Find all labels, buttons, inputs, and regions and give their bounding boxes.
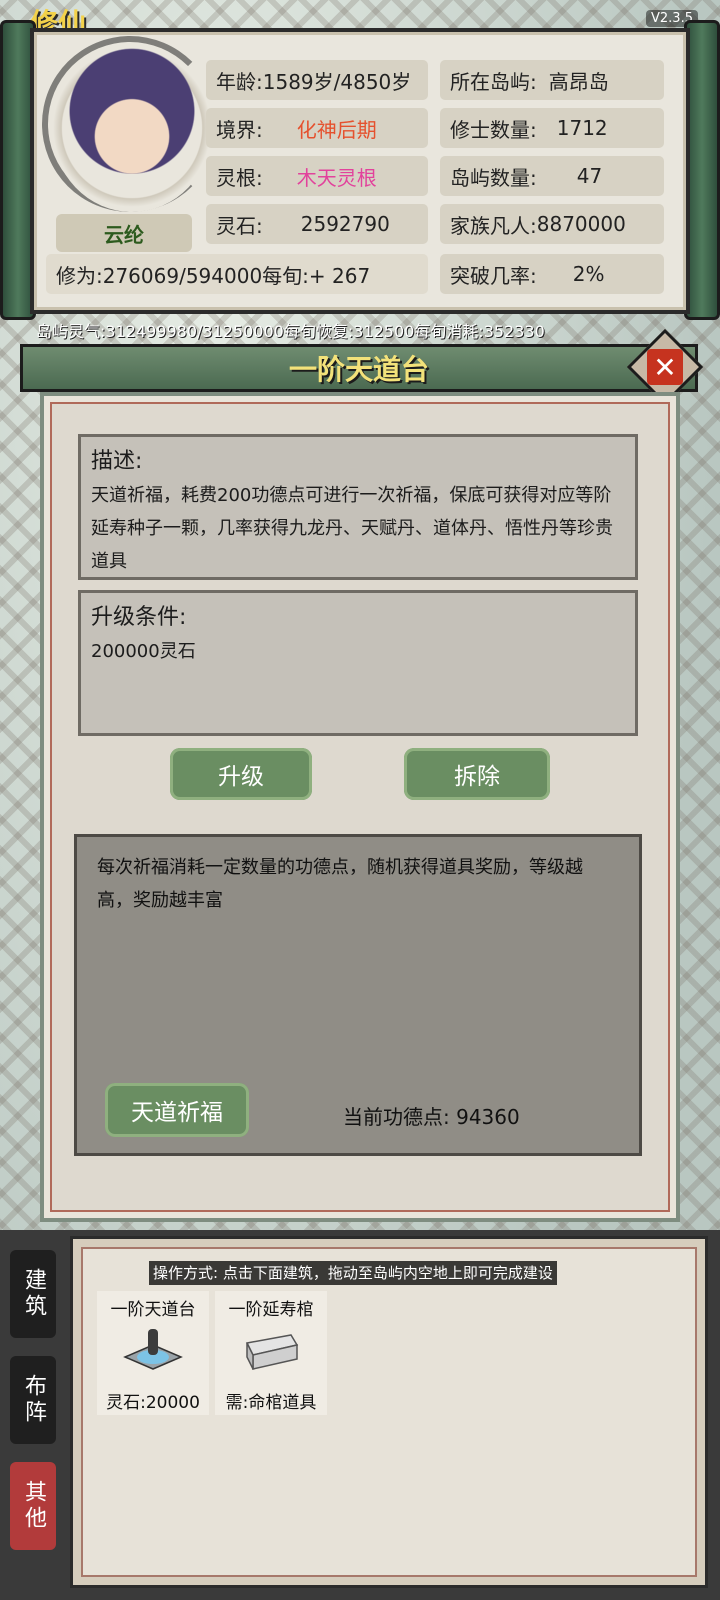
build-menu: 建筑 布阵 其他 操作方式: 点击下面建筑，拖动至岛屿内空地上即可完成建设 一阶… (0, 1230, 720, 1600)
status-paper: 云纶 年龄: 1589岁/4850岁 境界: 化神后期 灵根: 木天灵根 灵石:… (30, 28, 690, 314)
island-count-label: 岛屿数量: (450, 165, 537, 190)
tab-build[interactable]: 建筑 (10, 1250, 56, 1338)
blessing-description: 每次祈福消耗一定数量的功德点，随机获得道具奖励，等级越高，奖励越丰富 (97, 857, 583, 911)
stone-stat: 灵石: 2592790 (206, 204, 428, 244)
island-count-value: 47 (576, 164, 603, 188)
breakthrough-label: 突破几率: (450, 263, 537, 288)
altar-icon (123, 1329, 183, 1370)
building-detail-panel: 一阶天道台 ✕ 描述: 天道祈福，耗费200功德点可进行一次祈福，保底可获得对应… (20, 328, 704, 1230)
build-item-coffin[interactable]: 一阶延寿棺 需:命棺道具 (215, 1291, 327, 1415)
player-name[interactable]: 云纶 (56, 214, 192, 252)
mortal-label: 家族凡人: (450, 213, 537, 238)
blessing-box: 每次祈福消耗一定数量的功德点，随机获得道具奖励，等级越高，奖励越丰富 天道祈福 … (74, 834, 642, 1156)
realm-value: 化神后期 (296, 117, 377, 142)
island-label: 所在岛屿: (450, 69, 537, 94)
age-stat: 年龄: 1589岁/4850岁 (206, 60, 428, 100)
build-item-name: 一阶延寿棺 (228, 1300, 314, 1320)
mortal-value: 8870000 (536, 212, 626, 236)
build-tabs: 建筑 布阵 其他 (10, 1250, 56, 1568)
build-area: 操作方式: 点击下面建筑，拖动至岛屿内空地上即可完成建设 一阶天道台 灵石:20… (70, 1236, 708, 1588)
age-label: 年龄: (216, 69, 263, 94)
coffin-icon (245, 1334, 299, 1370)
build-item-altar[interactable]: 一阶天道台 灵石:20000 (97, 1291, 209, 1415)
root-stat: 灵根: 木天灵根 (206, 156, 428, 196)
upgrade-cost: 200000灵石 (91, 641, 196, 662)
realm-label: 境界: (216, 117, 263, 142)
build-item-cost: 灵石:20000 (106, 1393, 200, 1413)
blessing-button[interactable]: 天道祈福 (105, 1083, 249, 1137)
stone-value: 2592790 (300, 212, 390, 236)
cultivator-label: 修士数量: (450, 117, 537, 142)
build-item-name: 一阶天道台 (110, 1300, 196, 1320)
avatar[interactable] (52, 44, 212, 212)
stone-label: 灵石: (216, 213, 263, 238)
tab-formation[interactable]: 布阵 (10, 1356, 56, 1444)
upgrade-box: 升级条件: 200000灵石 (78, 590, 638, 736)
cultivation-text: 修为:276069/594000每旬:+ 267 (56, 263, 371, 288)
cultivation-stat: 修为:276069/594000每旬:+ 267 (46, 254, 428, 294)
build-hint: 操作方式: 点击下面建筑，拖动至岛屿内空地上即可完成建设 (149, 1261, 557, 1285)
island-stat: 所在岛屿: 高昂岛 (440, 60, 664, 100)
demolish-button[interactable]: 拆除 (404, 748, 550, 800)
upgrade-heading: 升级条件: (91, 605, 187, 630)
mortal-stat: 家族凡人: 8870000 (440, 204, 664, 244)
root-value: 木天灵根 (296, 165, 377, 190)
root-label: 灵根: (216, 165, 263, 190)
panel-banner: 一阶天道台 (20, 344, 698, 392)
close-icon: ✕ (647, 349, 683, 385)
tab-other[interactable]: 其他 (10, 1462, 56, 1550)
description-text: 天道祈福，耗费200功德点可进行一次祈福，保底可获得对应等阶延寿种子一颗，几率获… (91, 485, 613, 572)
island-value: 高昂岛 (548, 69, 609, 94)
build-item-cost: 需:命棺道具 (225, 1393, 317, 1413)
realm-stat: 境界: 化神后期 (206, 108, 428, 148)
breakthrough-stat: 突破几率: 2% (440, 254, 664, 294)
panel-title: 一阶天道台 (288, 353, 429, 386)
player-status-panel: 云纶 年龄: 1589岁/4850岁 境界: 化神后期 灵根: 木天灵根 灵石:… (0, 20, 720, 320)
breakthrough-value: 2% (572, 262, 605, 286)
merit-points: 当前功德点: 94360 (343, 1105, 520, 1129)
cultivator-stat: 修士数量: 1712 (440, 108, 664, 148)
age-value: 1589岁/4850岁 (262, 69, 412, 94)
description-heading: 描述: (91, 449, 143, 474)
upgrade-button[interactable]: 升级 (170, 748, 312, 800)
island-aura-text: 岛屿灵气:312499980/31250000每旬恢复:312500每旬消耗:3… (36, 322, 545, 341)
island-count-stat: 岛屿数量: 47 (440, 156, 664, 196)
cultivator-value: 1712 (556, 116, 608, 140)
panel-body: 描述: 天道祈福，耗费200功德点可进行一次祈福，保底可获得对应等阶延寿种子一颗… (40, 392, 680, 1222)
description-box: 描述: 天道祈福，耗费200功德点可进行一次祈福，保底可获得对应等阶延寿种子一颗… (78, 434, 638, 580)
